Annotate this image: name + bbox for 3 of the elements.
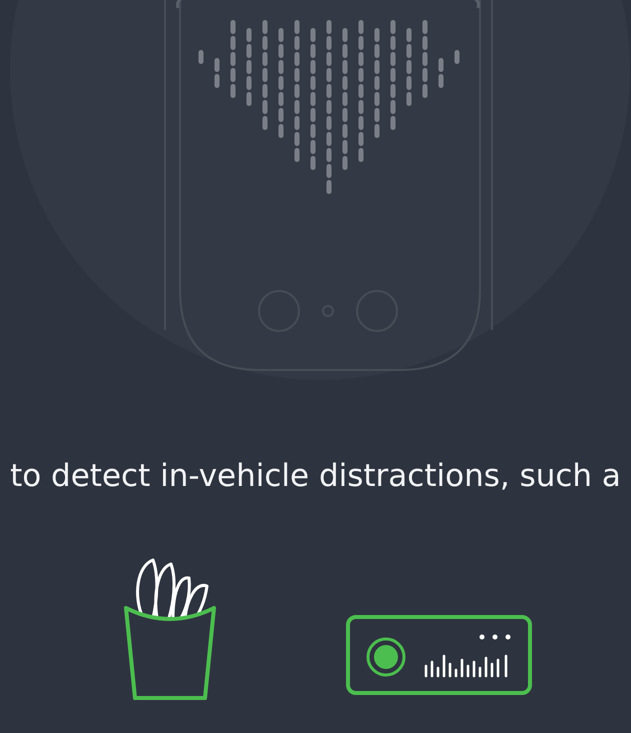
caption-text: to detect in-vehicle distractions, such a [9,457,622,496]
fries-icon [123,556,217,702]
radio-device-icon [345,614,533,696]
